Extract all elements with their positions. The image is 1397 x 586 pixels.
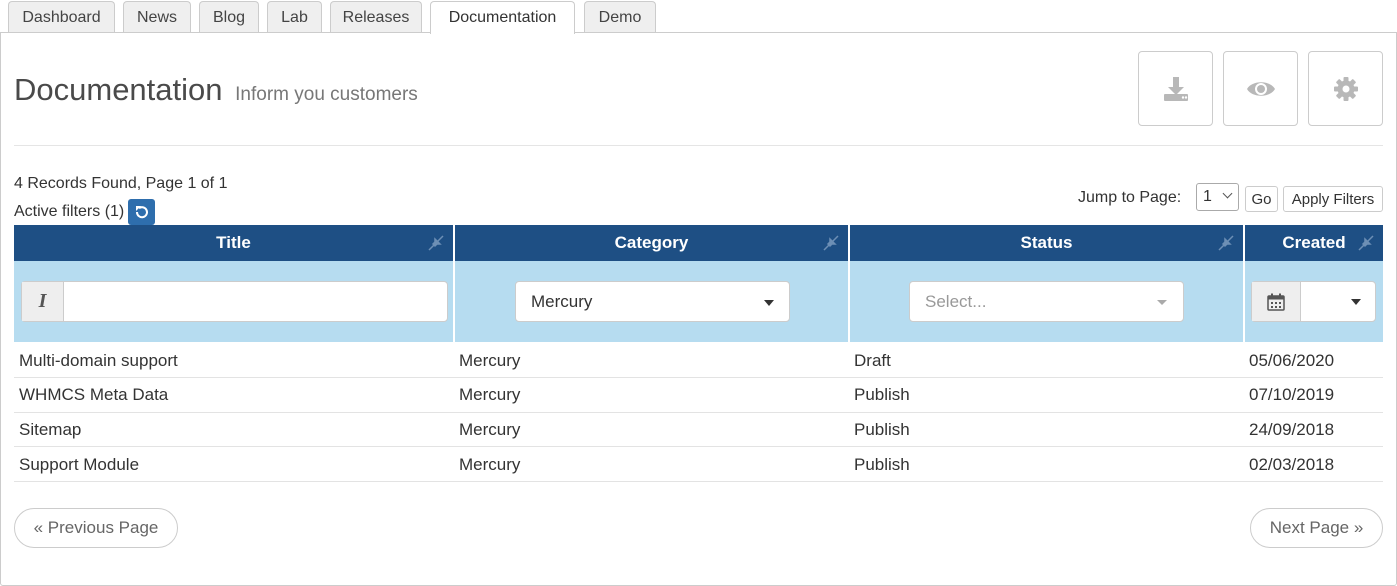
cell-status: Publish xyxy=(854,420,910,439)
row-divider xyxy=(14,412,1383,413)
tab-label: Releases xyxy=(342,8,410,26)
cell-created: 07/10/2019 xyxy=(1249,385,1335,404)
tab-label: Documentation xyxy=(448,9,557,26)
tab-news[interactable]: News xyxy=(123,1,191,33)
download-icon xyxy=(1163,76,1188,101)
go-button[interactable]: Go xyxy=(1245,186,1278,212)
cell-status: Draft xyxy=(854,351,891,370)
category-filter-select[interactable]: Mercury xyxy=(515,281,790,322)
caret-down-icon xyxy=(764,300,774,306)
jump-to-page-select[interactable]: 1 xyxy=(1196,183,1239,211)
records-count: 4 Records Found, Page 1 of 1 xyxy=(14,175,228,192)
tab-blog[interactable]: Blog xyxy=(199,1,259,33)
pin-icon[interactable] xyxy=(822,234,840,252)
caret-down-icon xyxy=(1351,299,1361,305)
column-header-created[interactable]: Created xyxy=(1245,225,1383,261)
column-header-title[interactable]: Title xyxy=(14,225,453,261)
settings-button[interactable] xyxy=(1308,51,1383,126)
calendar-button[interactable] xyxy=(1252,282,1301,321)
row-divider xyxy=(14,481,1383,482)
previous-page-button[interactable]: « Previous Page xyxy=(14,508,178,548)
cell-status: Publish xyxy=(854,385,910,404)
cell-title: Sitemap xyxy=(19,420,82,439)
download-button[interactable] xyxy=(1138,51,1213,126)
next-page-button[interactable]: Next Page » xyxy=(1250,508,1383,548)
next-page-label: Next Page » xyxy=(1269,518,1364,537)
column-created-label: Created xyxy=(1282,233,1346,252)
cell-title: WHMCS Meta Data xyxy=(19,385,169,404)
previous-page-label: « Previous Page xyxy=(33,518,159,537)
row-divider xyxy=(14,377,1383,378)
status-filter-select[interactable]: Select... xyxy=(909,281,1184,322)
cell-category: Mercury xyxy=(459,351,521,370)
tab-label: News xyxy=(136,8,177,26)
title-filter-group: I xyxy=(21,281,448,322)
tab-lab[interactable]: Lab xyxy=(267,1,322,33)
tab-documentation[interactable]: Documentation xyxy=(430,1,575,34)
divider xyxy=(14,145,1383,146)
active-filters-label: Active filters (1) xyxy=(14,203,125,220)
eye-icon xyxy=(1246,81,1275,96)
title-filter-input[interactable] xyxy=(65,282,446,321)
chevron-down-icon xyxy=(1222,188,1233,199)
calendar-icon xyxy=(1267,293,1285,311)
italic-icon: I xyxy=(22,282,64,321)
refresh-icon xyxy=(135,206,148,219)
tab-bar: Dashboard News Blog Lab Releases Documen… xyxy=(0,0,1397,34)
cell-created: 05/06/2020 xyxy=(1249,351,1335,370)
page-title-text: Documentation xyxy=(14,72,223,107)
row-divider xyxy=(14,446,1383,447)
reset-filters-button[interactable] xyxy=(128,199,156,225)
cell-status: Publish xyxy=(854,455,910,474)
column-status-label: Status xyxy=(1020,233,1073,252)
page-subtitle: Inform you customers xyxy=(235,84,418,105)
tab-label: Blog xyxy=(212,8,246,26)
page-title: Documentation Inform you customers xyxy=(14,72,418,108)
cell-category: Mercury xyxy=(459,420,521,439)
caret-down-icon xyxy=(1157,300,1167,305)
tab-label: Lab xyxy=(281,8,308,26)
category-filter-value: Mercury xyxy=(531,291,593,311)
active-filters: Active filters (1) xyxy=(14,199,156,225)
column-title-label: Title xyxy=(216,233,251,252)
pin-icon[interactable] xyxy=(427,234,445,252)
jump-value: 1 xyxy=(1203,188,1212,205)
jump-to-page-label: Jump to Page: xyxy=(1078,189,1182,206)
cell-title: Multi-domain support xyxy=(19,351,178,370)
tab-label: Dashboard xyxy=(22,8,101,26)
go-label: Go xyxy=(1251,190,1272,208)
cell-created: 02/03/2018 xyxy=(1249,455,1335,474)
column-category-label: Category xyxy=(614,233,689,252)
tab-demo[interactable]: Demo xyxy=(584,1,656,33)
tab-releases[interactable]: Releases xyxy=(330,1,422,33)
cell-category: Mercury xyxy=(459,385,521,404)
created-filter-select[interactable] xyxy=(1302,282,1375,321)
column-header-status[interactable]: Status xyxy=(850,225,1243,261)
apply-filters-button[interactable]: Apply Filters xyxy=(1283,186,1383,212)
tab-label: Demo xyxy=(598,8,642,26)
created-filter-group xyxy=(1251,281,1376,322)
cell-category: Mercury xyxy=(459,455,521,474)
tab-dashboard[interactable]: Dashboard xyxy=(8,1,115,33)
pin-icon[interactable] xyxy=(1217,234,1235,252)
gear-icon xyxy=(1333,76,1358,101)
status-filter-placeholder: Select... xyxy=(925,291,987,311)
column-header-category[interactable]: Category xyxy=(455,225,848,261)
apply-filters-label: Apply Filters xyxy=(1291,190,1375,208)
pin-icon[interactable] xyxy=(1357,234,1375,252)
cell-title: Support Module xyxy=(19,455,140,474)
cell-created: 24/09/2018 xyxy=(1249,420,1335,439)
preview-button[interactable] xyxy=(1223,51,1298,126)
